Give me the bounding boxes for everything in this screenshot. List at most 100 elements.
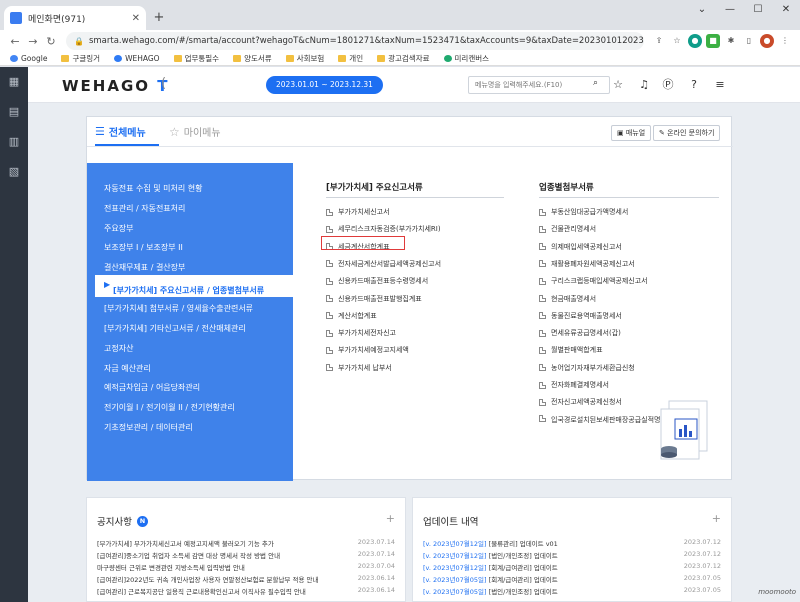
nav-item[interactable]: 전기이월 I / 전기이월 II / 전기현황관리 [104, 402, 235, 413]
bookmark-star-icon[interactable]: ☆ [670, 34, 684, 48]
menu-item[interactable]: 부가가치세전자신고 [326, 328, 396, 338]
menu-item[interactable]: 계산서합계표 [326, 311, 377, 321]
menu-item[interactable]: 의제매입세액공제신고서 [539, 242, 622, 252]
update-row[interactable]: [v. 2023년07월12일] [법인/개인조정] 업데이트 2023.07.1… [423, 550, 721, 562]
bookmark-item[interactable]: 개인 [338, 53, 363, 64]
external-link-icon [539, 398, 546, 406]
more-notices-button[interactable]: + [386, 512, 395, 525]
nav-item[interactable]: [부가가치세] 첨부서류 / 영세율수출관련서류 [104, 303, 253, 314]
minimize-button[interactable]: — [716, 0, 744, 22]
extension-icon[interactable]: ■ [706, 34, 720, 48]
menu-search-input[interactable] [468, 76, 610, 94]
help-icon[interactable]: ? [686, 77, 702, 93]
update-row[interactable]: [v. 2023년07월12일] [회계/급여관리] 업데이트 2023.07.1… [423, 562, 721, 574]
menu-item[interactable]: 신용카드매출전표발행집계표 [326, 294, 422, 304]
extension-icon[interactable]: ● [688, 34, 702, 48]
tab-my-menu[interactable]: ☆ 마이메뉴 [169, 124, 221, 140]
external-link-icon [539, 364, 546, 372]
nav-item[interactable]: 전표관리 / 자동전표처리 [104, 203, 185, 214]
point-icon[interactable]: Ⓟ [660, 77, 676, 93]
forward-button[interactable]: → [24, 35, 42, 48]
notice-row[interactable]: [급여관리]중소기업 취업자 소득세 감면 대상 명세서 작성 방법 안내 202… [97, 550, 395, 562]
menu-item[interactable]: 동물진료용역매출명세서 [539, 311, 622, 321]
nav-item[interactable]: 결산재무제표 / 결산장부 [104, 262, 185, 273]
notice-row[interactable]: [급여관리] 근로복지공단 일용직 근로내용확인신고서 이직사유 필수입력 안내… [97, 586, 395, 598]
menu-item[interactable]: 면세유류공급명세서(갑) [539, 328, 621, 338]
back-button[interactable]: ← [6, 35, 24, 48]
notice-row[interactable]: [부가가치세] 부가가치세신고서 예정고지세액 불러오기 기능 추가 2023.0… [97, 538, 395, 550]
notice-panel: 공지사항 N + [부가가치세] 부가가치세신고서 예정고지세액 불러오기 기능 … [86, 497, 406, 602]
apps-grid-icon[interactable]: ▦ [0, 67, 28, 97]
wehago-logo[interactable]: WEHAGO T [62, 77, 170, 95]
bookmark-item[interactable]: 구글링거 [61, 53, 100, 64]
address-bar[interactable]: 🔒 smarta.wehago.com/#/smarta/account?weh… [66, 32, 644, 50]
bookmark-item[interactable]: 광고검색자료 [377, 53, 430, 64]
chevron-down-icon[interactable]: ⌄ [688, 0, 716, 22]
bookmark-item[interactable]: Google [10, 54, 47, 63]
browser-tab[interactable]: 메인화면(971) ✕ [4, 6, 146, 30]
menu-item[interactable]: 월별판매액합계표 [539, 345, 603, 355]
menu-item[interactable]: 부가가치세신고서 [326, 207, 390, 217]
tab-all-menu[interactable]: ☰ 전체메뉴 [95, 124, 146, 139]
nav-item[interactable]: 보조장부 I / 보조장부 II [104, 242, 183, 253]
nav-item[interactable]: 기초정보관리 / 데이터관리 [104, 422, 193, 433]
nav-item[interactable]: [부가가치세] 기타신고서류 / 전산매체관리 [104, 323, 246, 334]
kebab-menu-icon[interactable]: ⋮ [778, 34, 792, 48]
menu-item[interactable]: 세무리스크자동검증(부가가치세RI) [326, 224, 441, 234]
external-link-icon [326, 295, 333, 302]
sidepanel-icon[interactable]: ▯ [742, 34, 756, 48]
reload-button[interactable]: ↻ [42, 35, 60, 48]
nav-item[interactable]: 주요장부 [104, 223, 133, 234]
update-row[interactable]: [v. 2023년07월05일] [법인/개인조정] 업데이트 2023.07.0… [423, 586, 721, 598]
nav-item[interactable]: 예적금차입금 / 어음당좌관리 [104, 382, 200, 393]
menu-item[interactable]: 부가가치세 납부서 [326, 363, 392, 373]
calendar-icon[interactable]: ▥ [0, 127, 28, 157]
notice-row[interactable]: [급여관리]2022년도 귀속 개인사업장 사용자 연말정산보험료 분할납부 적… [97, 574, 395, 586]
hamburger-menu-icon[interactable]: ≡ [712, 77, 728, 93]
bookmark-item[interactable]: 미리캔버스 [443, 53, 489, 64]
menu-item[interactable]: 부동산임대공급가액명세서 [539, 207, 628, 217]
nav-item-selected[interactable]: ▶ [부가가치세] 주요신고서류 / 업종별첨부서류 [95, 275, 293, 297]
manual-button[interactable]: ▣ 매뉴얼 [611, 125, 652, 141]
bell-icon[interactable]: ♫ [636, 77, 652, 93]
bookmark-item[interactable]: WEHAGO [114, 54, 160, 63]
bookmarks-bar: Google 구글링거 WEHAGO 업무통필수 양도서류 사회보험 개인 광고… [0, 52, 800, 66]
menu-item[interactable]: 재활용폐자원세액공제신고서 [539, 259, 635, 269]
nav-item[interactable]: 자동전표 수집 및 미처리 현황 [104, 183, 203, 194]
menu-item[interactable]: 전자화폐결제명세서 [539, 380, 609, 390]
external-link-icon [539, 277, 546, 285]
puzzle-icon[interactable]: ✱ [724, 34, 738, 48]
miricanvas-icon [443, 55, 452, 62]
menu-item[interactable]: 건물관리명세서 [539, 224, 596, 234]
bookmark-item[interactable]: 양도서류 [233, 53, 272, 64]
more-updates-button[interactable]: + [712, 512, 721, 525]
report-icon[interactable]: ▧ [0, 157, 28, 187]
pencil-icon: ✎ [659, 129, 665, 137]
share-icon[interactable]: ⇪ [652, 34, 666, 48]
menu-item[interactable]: 부가가치세예정고지세액 [326, 345, 409, 355]
inquiry-button[interactable]: ✎ 온라인 문의하기 [653, 125, 721, 141]
search-icon[interactable]: ⌕ [593, 78, 598, 88]
avatar[interactable]: ● [760, 34, 774, 48]
close-window-button[interactable]: ✕ [772, 0, 800, 22]
new-tab-button[interactable]: + [151, 10, 167, 26]
nav-item[interactable]: 고정자산 [104, 343, 133, 354]
menu-item[interactable]: 구리스크랩등매입세액공제신고서 [539, 276, 648, 286]
star-icon[interactable]: ☆ [610, 77, 626, 93]
menu-item[interactable]: 전자신고세액공제신청서 [539, 397, 622, 407]
update-row[interactable]: [v. 2023년07월12일] [물류관리] 업데이트 v01 2023.07.… [423, 538, 721, 550]
menu-item[interactable]: 농어업기자재부가세환급신청 [539, 363, 635, 373]
bookmark-item[interactable]: 사회보험 [285, 53, 324, 64]
document-icon[interactable]: ▤ [0, 97, 28, 127]
menu-item[interactable]: 신용카드매출전표등수령명세서 [326, 276, 428, 286]
fiscal-period-button[interactable]: 2023.01.01 ~ 2023.12.31 [266, 76, 383, 94]
close-tab-icon[interactable]: ✕ [132, 13, 140, 24]
browser-toolbar: ← → ↻ 🔒 smarta.wehago.com/#/smarta/accou… [0, 30, 800, 52]
menu-item[interactable]: 전자세금계산서발급세액공제신고서 [326, 259, 441, 269]
maximize-button[interactable]: ☐ [744, 0, 772, 22]
menu-item[interactable]: 현금매출명세서 [539, 294, 596, 304]
bookmark-item[interactable]: 업무통필수 [173, 53, 219, 64]
update-row[interactable]: [v. 2023년07월05일] [회계/급여관리] 업데이트 2023.07.0… [423, 574, 721, 586]
nav-item[interactable]: 자금 예산관리 [104, 363, 151, 374]
notice-row[interactable]: 마구량센터 근위로 변경관련 지방소득세 입력방법 안내 2023.07.04 [97, 562, 395, 574]
